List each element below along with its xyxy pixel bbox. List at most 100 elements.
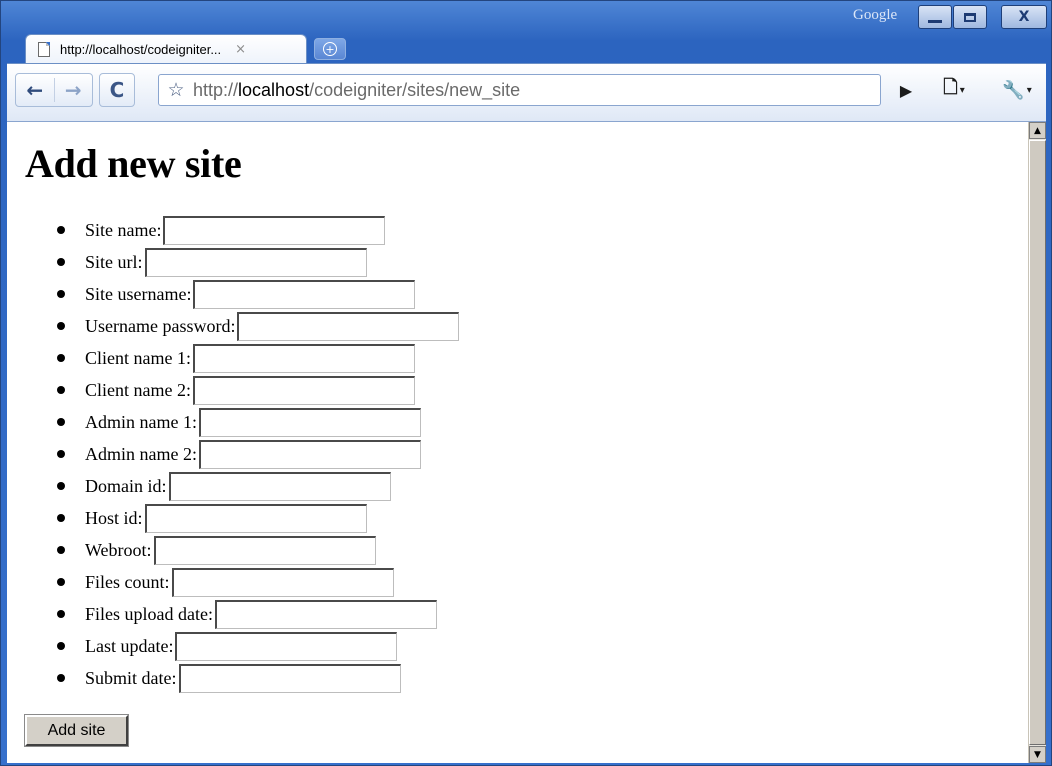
list-item: Client name 1: xyxy=(55,342,459,374)
list-item: Admin name 1: xyxy=(55,406,459,438)
field-label: Site url: xyxy=(85,251,143,272)
minimize-icon xyxy=(928,19,942,23)
star-icon[interactable]: ☆ xyxy=(159,79,193,101)
field-label: Client name 1: xyxy=(85,347,191,368)
minimize-button[interactable] xyxy=(918,5,952,29)
bullet-icon xyxy=(57,450,65,458)
bullet-icon xyxy=(57,642,65,650)
list-item: Host id: xyxy=(55,502,459,534)
list-item: Submit date: xyxy=(55,662,459,694)
scroll-down-icon[interactable]: ▼ xyxy=(1029,746,1046,763)
page-content: Add new site Site name: Site url: Site use… xyxy=(7,122,1027,763)
browser-window: Google X http://localhost/codeigniter...… xyxy=(0,0,1052,766)
back-arrow-icon[interactable]: ← xyxy=(16,78,54,102)
field-label: Site name: xyxy=(85,219,162,240)
scroll-up-icon[interactable]: ▲ xyxy=(1029,122,1046,139)
browser-toolbar: ← → C ☆ http://localhost/codeigniter/sit… xyxy=(7,63,1046,121)
field-input[interactable] xyxy=(144,247,367,277)
maximize-button[interactable] xyxy=(953,5,987,29)
form-field-list: Site name: Site url: Site username: Usernam… xyxy=(55,214,460,694)
bullet-icon xyxy=(57,386,65,394)
field-label: Webroot: xyxy=(85,539,152,560)
bullet-icon xyxy=(57,258,65,266)
field-input[interactable] xyxy=(192,375,415,405)
add-site-button[interactable]: Add site xyxy=(24,714,129,747)
field-input[interactable] xyxy=(178,663,401,693)
scrollbar-thumb[interactable] xyxy=(1029,140,1046,745)
field-input[interactable] xyxy=(163,215,386,245)
field-label: Domain id: xyxy=(85,475,167,496)
address-bar[interactable]: ☆ http://localhost/codeigniter/sites/new… xyxy=(158,74,881,106)
field-label: Site username: xyxy=(85,283,192,304)
bullet-icon xyxy=(57,226,65,234)
maximize-icon xyxy=(964,12,976,22)
list-item: Domain id: xyxy=(55,470,459,502)
reload-icon: C xyxy=(109,78,125,102)
page-icon xyxy=(38,42,50,57)
field-input[interactable] xyxy=(175,631,398,661)
reload-button[interactable]: C xyxy=(99,73,135,107)
bullet-icon xyxy=(57,418,65,426)
go-button[interactable]: ▶ xyxy=(893,73,919,107)
bullet-icon xyxy=(57,546,65,554)
plus-icon: + xyxy=(323,42,337,56)
field-input[interactable] xyxy=(144,503,367,533)
list-item: Client name 2: xyxy=(55,374,459,406)
chevron-down-icon: ▾ xyxy=(1026,84,1032,96)
page-menu-button[interactable]: 🗋 ▾ xyxy=(932,73,976,107)
list-item: Admin name 2: xyxy=(55,438,459,470)
forward-arrow-icon[interactable]: → xyxy=(53,78,93,102)
tab-close-icon[interactable]: × xyxy=(235,42,246,57)
list-item: Last update: xyxy=(55,630,459,662)
list-item: Files upload date: xyxy=(55,598,459,630)
field-input[interactable] xyxy=(214,599,437,629)
url-prefix: http:// xyxy=(193,79,239,100)
url-host: localhost xyxy=(238,79,310,100)
page-title: Add new site xyxy=(25,141,242,186)
field-input[interactable] xyxy=(237,311,460,341)
play-icon: ▶ xyxy=(899,80,913,100)
field-label: Host id: xyxy=(85,507,143,528)
wrench-menu-button[interactable]: 🔧 ▾ xyxy=(992,73,1042,107)
field-label: Admin name 2: xyxy=(85,443,197,464)
bullet-icon xyxy=(57,514,65,522)
field-input[interactable] xyxy=(198,407,421,437)
back-forward-group: ← → xyxy=(15,73,93,107)
field-label: Admin name 1: xyxy=(85,411,197,432)
bullet-icon xyxy=(57,610,65,618)
chevron-down-icon: ▾ xyxy=(959,84,965,96)
field-input[interactable] xyxy=(192,343,415,373)
field-label: Files count: xyxy=(85,571,170,592)
list-item: Webroot: xyxy=(55,534,459,566)
page-viewport: Add new site Site name: Site url: Site use… xyxy=(7,121,1046,763)
browser-tab-active[interactable]: http://localhost/codeigniter... × xyxy=(25,34,307,64)
list-item: Site url: xyxy=(55,246,459,278)
field-label: Files upload date: xyxy=(85,603,213,624)
close-window-button[interactable]: X xyxy=(1001,5,1047,29)
bullet-icon xyxy=(57,578,65,586)
window-brand-label: Google xyxy=(853,7,898,23)
url-text[interactable]: http://localhost/codeigniter/sites/new_s… xyxy=(193,80,520,101)
list-item: Files count: xyxy=(55,566,459,598)
tab-title: http://localhost/codeigniter... xyxy=(60,42,222,57)
field-input[interactable] xyxy=(153,535,376,565)
field-label: Username password: xyxy=(85,315,236,336)
list-item: Site name: xyxy=(55,214,459,246)
vertical-scrollbar[interactable]: ▲ ▼ xyxy=(1028,122,1046,763)
field-input[interactable] xyxy=(193,279,416,309)
close-icon: X xyxy=(1018,9,1030,25)
list-item: Username password: xyxy=(55,310,460,342)
bullet-icon xyxy=(57,354,65,362)
field-input[interactable] xyxy=(168,471,391,501)
list-item: Site username: xyxy=(55,278,459,310)
field-input[interactable] xyxy=(198,439,421,469)
field-label: Submit date: xyxy=(85,667,177,688)
page-icon: 🗋 xyxy=(943,77,958,98)
bullet-icon xyxy=(57,290,65,298)
field-label: Client name 2: xyxy=(85,379,191,400)
field-label: Last update: xyxy=(85,635,174,656)
wrench-icon: 🔧 xyxy=(1002,79,1025,101)
new-tab-button[interactable]: + xyxy=(314,38,346,60)
url-path: /codeigniter/sites/new_site xyxy=(309,79,521,100)
field-input[interactable] xyxy=(171,567,394,597)
